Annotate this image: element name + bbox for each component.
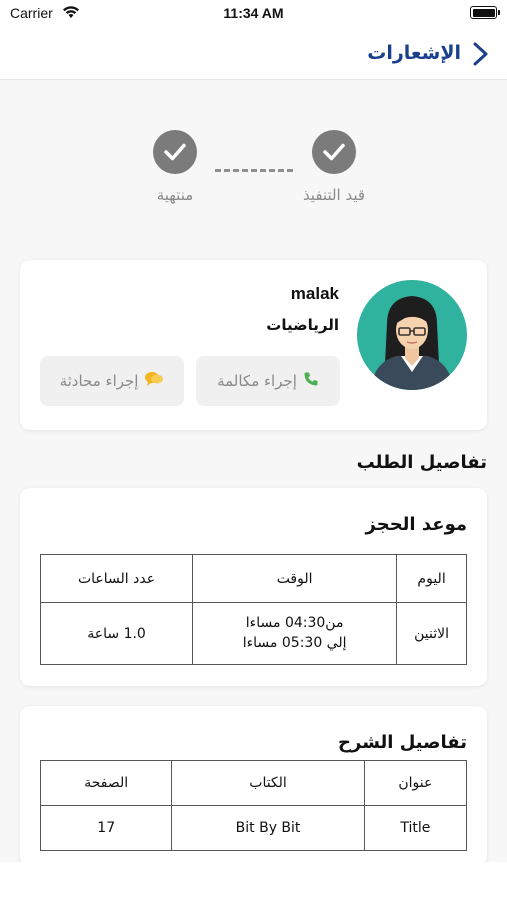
- teacher-name: malak: [290, 284, 339, 303]
- hours-cell: 1.0 ساعة: [39, 602, 194, 665]
- booking-title: موعد الحجز: [365, 514, 467, 535]
- booking-table: اليوم الوقت عدد الساعات الاثنين من04:30 …: [39, 554, 467, 665]
- clock: 11:34 AM: [223, 5, 284, 21]
- explanation-card: تفاصيل الشرح عنوان الكتاب الصفحة Title B…: [20, 706, 487, 866]
- chevron-left-icon[interactable]: [469, 40, 493, 68]
- title-cell: Title: [363, 805, 468, 851]
- battery-icon: [470, 6, 500, 19]
- booking-card: موعد الحجز اليوم الوقت عدد الساعات الاثن…: [20, 488, 487, 686]
- teacher-subject: الرياضيات: [266, 316, 339, 334]
- chat-bubbles-icon: [144, 371, 164, 391]
- time-cell: من04:30 مساءا إلي 05:30 مساءا: [192, 602, 398, 665]
- phone-icon: [303, 371, 319, 391]
- status-bar: Carrier 11:34 AM: [0, 0, 507, 28]
- check-icon: [312, 130, 356, 174]
- book-cell: Bit By Bit: [171, 805, 365, 851]
- order-details-title: تفاصيل الطلب: [356, 452, 487, 473]
- step-finished: منتهية: [115, 130, 235, 204]
- table-header-cell: اليوم: [396, 554, 467, 603]
- bottom-area: [0, 862, 507, 900]
- nav-bar: الإشعارات: [0, 28, 507, 80]
- call-button[interactable]: إجراء مكالمة: [196, 356, 340, 406]
- teacher-card: malak الرياضيات إجراء مكالمة إجراء محادث…: [20, 260, 487, 430]
- explanation-table: عنوان الكتاب الصفحة Title Bit By Bit 17: [39, 760, 468, 851]
- table-header-cell: عدد الساعات: [39, 554, 194, 603]
- check-icon: [153, 130, 197, 174]
- chat-button-label: إجراء محادثة: [59, 372, 139, 390]
- table-header-cell: عنوان: [363, 760, 468, 806]
- page-title: الإشعارات: [367, 42, 461, 64]
- step-label: منتهية: [156, 186, 194, 204]
- avatar: [357, 280, 467, 390]
- table-row: Title Bit By Bit 17: [39, 805, 468, 851]
- call-button-label: إجراء مكالمة: [217, 372, 297, 390]
- step-label: قيد التنفيذ: [302, 186, 366, 204]
- table-header-cell: الصفحة: [39, 760, 173, 806]
- step-in-progress: قيد التنفيذ: [274, 130, 394, 204]
- table-header-cell: الوقت: [192, 554, 398, 603]
- table-header-row: اليوم الوقت عدد الساعات: [39, 554, 467, 603]
- time-to: إلي 05:30 مساءا: [242, 634, 347, 651]
- time-from: من04:30 مساءا: [245, 614, 344, 631]
- order-status-stepper: قيد التنفيذ منتهية: [0, 80, 507, 230]
- page-cell: 17: [39, 805, 173, 851]
- table-header-row: عنوان الكتاب الصفحة: [39, 760, 468, 806]
- explanation-title: تفاصيل الشرح: [338, 732, 467, 753]
- chat-button[interactable]: إجراء محادثة: [40, 356, 184, 406]
- table-row: الاثنين من04:30 مساءا إلي 05:30 مساءا 1.…: [39, 602, 467, 665]
- day-cell: الاثنين: [396, 602, 467, 665]
- table-header-cell: الكتاب: [171, 760, 365, 806]
